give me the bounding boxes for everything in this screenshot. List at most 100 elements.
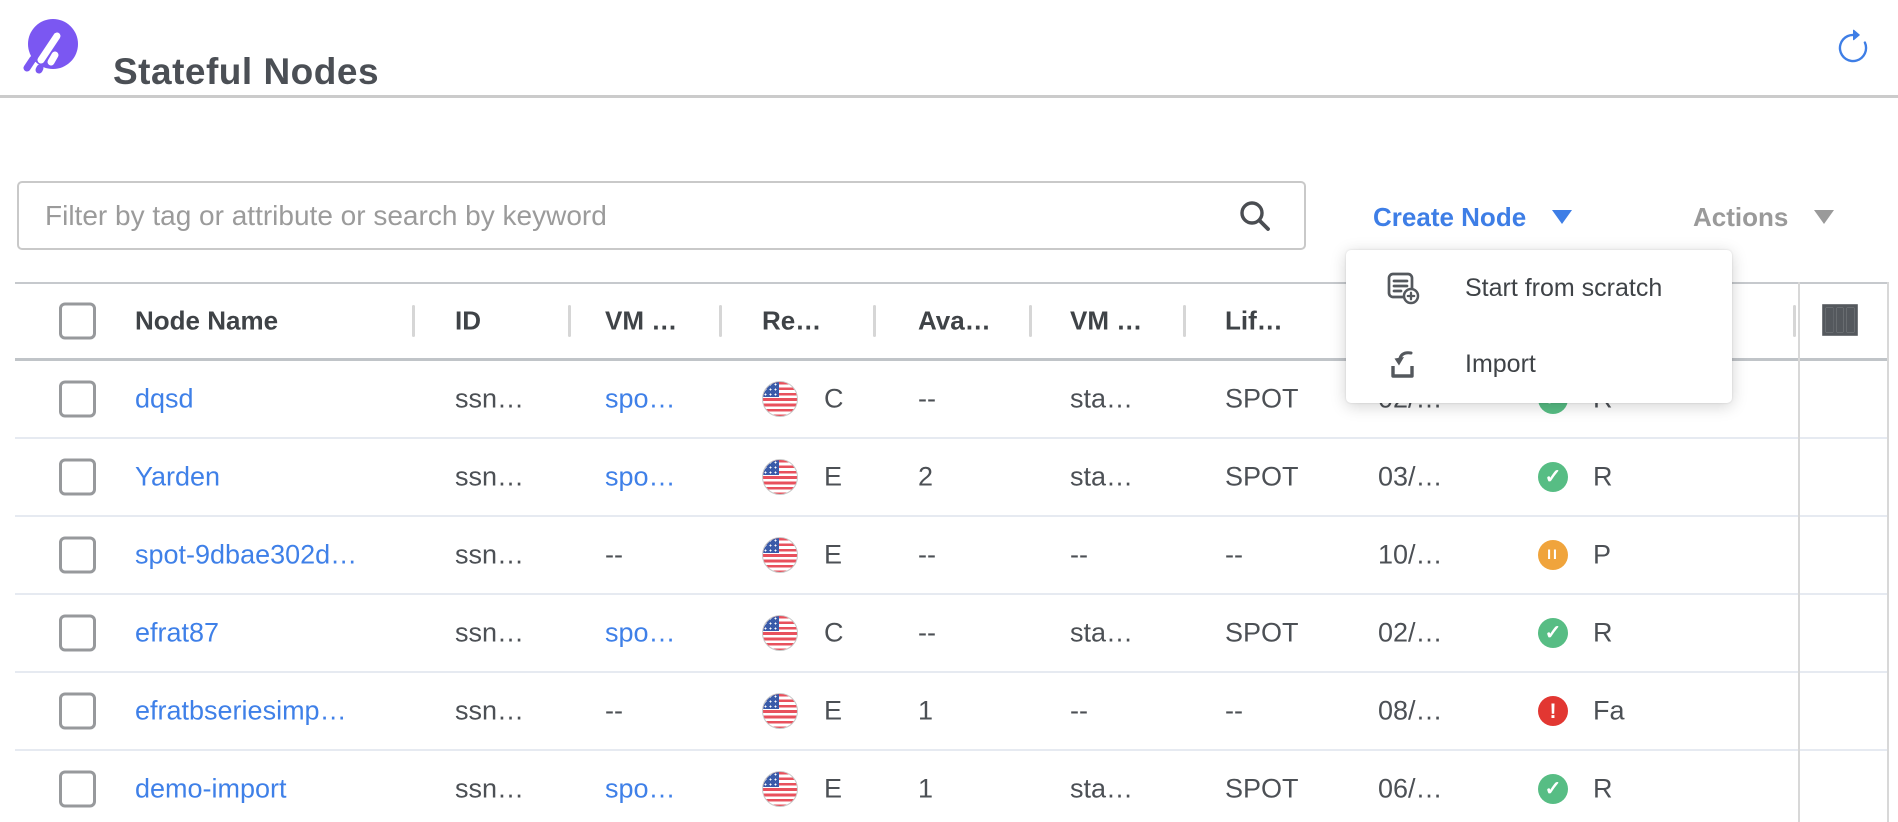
status-icon (1538, 618, 1568, 648)
row-checkbox[interactable] (59, 615, 96, 652)
import-icon (1385, 346, 1421, 382)
table-row: demo-import ssn… spo… E 1 sta… SPOT 06/…… (15, 751, 1887, 822)
availability-cell: -- (918, 618, 936, 649)
vm-spec-cell[interactable]: -- (605, 696, 623, 727)
vm-name-cell: -- (1070, 696, 1088, 727)
lifecycle-cell: -- (1225, 540, 1243, 571)
chevron-down-icon (1552, 210, 1572, 224)
created-date-cell: 08/… (1378, 696, 1443, 727)
create-node-button[interactable]: Create Node (1373, 196, 1572, 238)
row-checkbox[interactable] (59, 693, 96, 730)
stateful-nodes-page: Stateful Nodes Create Node Actions (0, 0, 1898, 822)
row-checkbox[interactable] (59, 771, 96, 808)
chevron-down-icon (1814, 210, 1834, 224)
row-checkbox[interactable] (59, 459, 96, 496)
column-resize-handle[interactable] (719, 305, 722, 337)
column-resize-handle[interactable] (1793, 305, 1796, 337)
spot-logo-icon (22, 17, 80, 75)
region-cell: E (824, 774, 842, 805)
column-divider (1798, 282, 1800, 822)
region-cell: E (824, 696, 842, 727)
vm-spec-cell[interactable]: spo… (605, 618, 676, 649)
node-id-cell: ssn… (455, 618, 524, 649)
vm-spec-cell[interactable]: spo… (605, 774, 676, 805)
table-row: efrat87 ssn… spo… C -- sta… SPOT 02/… R (15, 595, 1887, 673)
availability-cell: 2 (918, 462, 933, 493)
lifecycle-cell: SPOT (1225, 774, 1299, 805)
column-resize-handle[interactable] (568, 305, 571, 337)
us-flag-icon (762, 615, 798, 651)
availability-cell: 1 (918, 696, 933, 727)
status-icon (1538, 462, 1568, 492)
menu-item-start-from-scratch[interactable]: Start from scratch (1346, 250, 1732, 326)
node-id-cell: ssn… (455, 696, 524, 727)
column-header-lif: Lif… (1225, 306, 1283, 337)
vm-name-cell: sta… (1070, 618, 1133, 649)
node-id-cell: ssn… (455, 540, 524, 571)
column-header-node-name: Node Name (135, 306, 278, 337)
menu-item-label: Import (1465, 350, 1536, 379)
column-resize-handle[interactable] (873, 305, 876, 337)
lifecycle-cell: SPOT (1225, 384, 1299, 415)
node-name-link[interactable]: spot-9dbae302d… (135, 540, 357, 571)
availability-cell: 1 (918, 774, 933, 805)
column-header-region: Re… (762, 306, 821, 337)
us-flag-icon (762, 693, 798, 729)
actions-button[interactable]: Actions (1693, 196, 1834, 238)
node-id-cell: ssn… (455, 384, 524, 415)
status-label: Fa (1593, 696, 1625, 727)
node-id-cell: ssn… (455, 774, 524, 805)
lifecycle-cell: SPOT (1225, 462, 1299, 493)
region-cell: C (824, 384, 844, 415)
column-header-ava: Ava… (918, 306, 991, 337)
table-row: Yarden ssn… spo… E 2 sta… SPOT 03/… R (15, 439, 1887, 517)
status-label: R (1593, 774, 1613, 805)
search-icon[interactable] (1236, 197, 1274, 235)
us-flag-icon (762, 537, 798, 573)
us-flag-icon (762, 381, 798, 417)
table-body: dqsd ssn… spo… C -- sta… SPOT 02/… R Yar… (15, 361, 1887, 822)
filter-input[interactable] (17, 181, 1306, 250)
lifecycle-cell: -- (1225, 696, 1243, 727)
row-checkbox[interactable] (59, 381, 96, 418)
us-flag-icon (762, 459, 798, 495)
status-label: R (1593, 462, 1613, 493)
actions-label: Actions (1693, 202, 1788, 233)
status-label: R (1593, 618, 1613, 649)
column-resize-handle[interactable] (412, 305, 415, 337)
columns-icon[interactable] (1820, 302, 1860, 340)
node-name-link[interactable]: efratbseriesimp… (135, 696, 347, 727)
refresh-icon[interactable] (1834, 29, 1872, 67)
status-icon (1538, 696, 1568, 726)
column-header-vm2: VM … (1070, 306, 1142, 337)
created-date-cell: 03/… (1378, 462, 1443, 493)
create-node-label: Create Node (1373, 202, 1526, 233)
menu-item-label: Start from scratch (1465, 274, 1662, 303)
table-row: efratbseriesimp… ssn… -- E 1 -- -- 08/… … (15, 673, 1887, 751)
node-name-link[interactable]: efrat87 (135, 618, 219, 649)
create-node-menu: Start from scratch Import (1346, 250, 1732, 403)
menu-item-import[interactable]: Import (1346, 326, 1732, 402)
vm-name-cell: sta… (1070, 774, 1133, 805)
vm-name-cell: -- (1070, 540, 1088, 571)
top-bar: Stateful Nodes (0, 0, 1898, 98)
vm-spec-cell[interactable]: -- (605, 540, 623, 571)
page-title: Stateful Nodes (113, 25, 379, 120)
vm-spec-cell[interactable]: spo… (605, 384, 676, 415)
lifecycle-cell: SPOT (1225, 618, 1299, 649)
node-name-link[interactable]: Yarden (135, 462, 220, 493)
table-row: spot-9dbae302d… ssn… -- E -- -- -- 10/… … (15, 517, 1887, 595)
row-checkbox[interactable] (59, 537, 96, 574)
column-resize-handle[interactable] (1029, 305, 1032, 337)
region-cell: E (824, 462, 842, 493)
created-date-cell: 10/… (1378, 540, 1443, 571)
vm-name-cell: sta… (1070, 462, 1133, 493)
region-cell: C (824, 618, 844, 649)
select-all-checkbox[interactable] (59, 303, 96, 340)
availability-cell: -- (918, 384, 936, 415)
column-resize-handle[interactable] (1183, 305, 1186, 337)
note-add-icon (1385, 270, 1421, 306)
node-name-link[interactable]: dqsd (135, 384, 194, 415)
node-name-link[interactable]: demo-import (135, 774, 287, 805)
vm-spec-cell[interactable]: spo… (605, 462, 676, 493)
